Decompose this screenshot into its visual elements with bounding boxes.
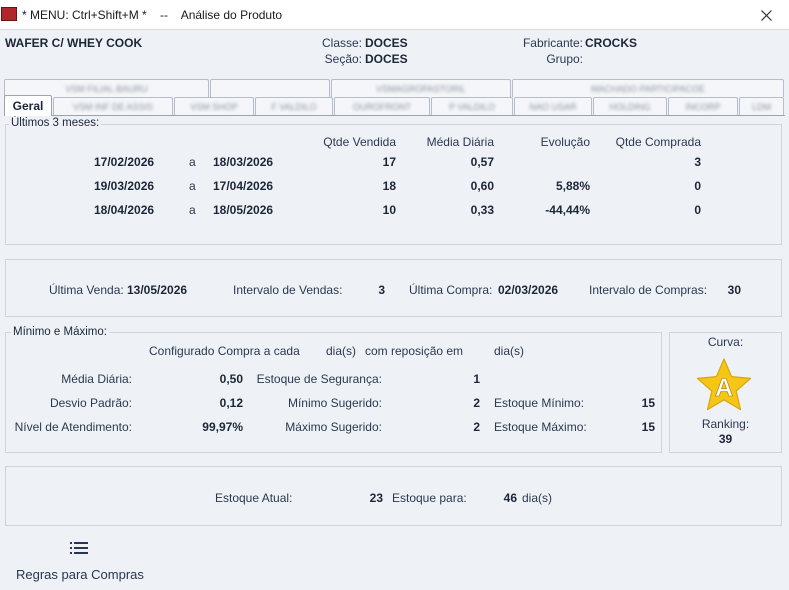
row-1-qtde-vendida: 17 <box>382 155 396 169</box>
nivel-atendimento-value: 99,97% <box>202 420 243 434</box>
estoque-atual-label: Estoque Atual: <box>215 491 293 505</box>
tab-incorp[interactable]: INCORP <box>668 97 738 115</box>
classe-label: Classe: <box>321 36 362 50</box>
product-name: WAFER C/ WHEY COOK <box>5 36 143 50</box>
close-button[interactable] <box>743 0 789 30</box>
intervalo-compras-value: 30 <box>727 283 741 297</box>
ultimos-meses-title: Últimos 3 meses: <box>9 117 102 129</box>
row-3-from: 18/04/2026 <box>94 203 155 217</box>
row-1-to: 18/03/2026 <box>213 155 274 169</box>
row-1-media-diaria: 0,57 <box>470 155 494 169</box>
row-3-qtde-comprada: 0 <box>694 203 701 217</box>
estoque-para-label: Estoque para: <box>392 491 467 505</box>
dias-label-2: dia(s) <box>494 344 525 358</box>
tab-ldm[interactable]: LDM <box>739 97 784 115</box>
row-3-evolucao: -44,44% <box>545 203 590 217</box>
intervalo-compras-label: Intervalo de Compras: <box>589 283 708 297</box>
row-2-sep: a <box>189 179 196 193</box>
ultima-compra-value: 02/03/2026 <box>498 283 559 297</box>
configurado-text: Configurado Compra a cada <box>149 344 300 358</box>
regras-compras-button[interactable]: Regras para Compras <box>16 567 144 582</box>
row-2-qtde-vendida: 18 <box>382 179 396 193</box>
minimo-sugerido-label: Mínimo Sugerido: <box>287 396 382 410</box>
close-icon <box>760 9 772 21</box>
ultima-venda-value: 13/05/2026 <box>127 283 188 297</box>
fabricante-label: Fabricante: <box>522 36 583 50</box>
grupo-label: Grupo: <box>546 52 583 66</box>
row-3-qtde-vendida: 10 <box>382 203 396 217</box>
media-diaria-value: 0,50 <box>219 372 243 386</box>
media-diaria-label: Média Diária: <box>61 372 132 386</box>
row-3-media-diaria: 0,33 <box>470 203 494 217</box>
maximo-sugerido-label: Máximo Sugerido: <box>285 420 382 434</box>
row-3-to: 18/05/2026 <box>213 203 274 217</box>
tab-content-border <box>4 115 785 116</box>
ranking-value: 39 <box>718 432 733 446</box>
intervalo-vendas-value: 3 <box>378 283 385 297</box>
row-2-to: 17/04/2026 <box>213 179 274 193</box>
secao-label: Seção: <box>324 52 362 66</box>
estoque-para-value: 46 <box>503 491 517 505</box>
header-qtde-vendida: Qtde Vendida <box>323 135 396 149</box>
row-2-qtde-comprada: 0 <box>694 179 701 193</box>
row-1-qtde-comprada: 3 <box>694 155 701 169</box>
tab-machado-participacoes[interactable]: MACHADO PARTICIPACOE <box>512 79 784 97</box>
list-icon[interactable] <box>70 542 88 554</box>
row-1-sep: a <box>189 155 196 169</box>
minimo-sugerido-value: 2 <box>473 396 480 410</box>
curva-star-icon: A <box>696 358 752 411</box>
tab-f-valdilo[interactable]: F VALDILO <box>255 97 333 115</box>
tab-vsm-shop[interactable]: VSM SHOP <box>174 97 254 115</box>
row-3-sep: a <box>189 203 196 217</box>
estoque-seguranca-value: 1 <box>473 372 480 386</box>
desvio-padrao-value: 0,12 <box>219 396 243 410</box>
row-2-from: 19/03/2026 <box>94 179 155 193</box>
row-2-evolucao: 5,88% <box>555 179 590 193</box>
intervalo-vendas-label: Intervalo de Vendas: <box>233 283 343 297</box>
tab-ourofront[interactable]: OUROFRONT <box>334 97 430 115</box>
secao-value: DOCES <box>365 52 408 66</box>
ultima-compra-label: Última Compra: <box>409 283 493 297</box>
desvio-padrao-label: Desvio Padrão: <box>49 396 132 410</box>
nivel-atendimento-label: Nível de Atendimento: <box>14 420 132 434</box>
header-media-diaria: Média Diária <box>426 135 494 149</box>
window-title: * MENU: Ctrl+Shift+M * -- Análise do Pro… <box>22 8 283 22</box>
row-2-media-diaria: 0,60 <box>470 179 494 193</box>
title-bar: * MENU: Ctrl+Shift+M * -- Análise do Pro… <box>0 0 789 30</box>
tab-nao-usar[interactable]: NAO USAR <box>514 97 592 115</box>
tab-p-valdilo[interactable]: P VALDILO <box>431 97 513 115</box>
tab-blank[interactable] <box>210 79 330 97</box>
tab-geral[interactable]: Geral <box>4 95 52 116</box>
estoque-atual-value: 23 <box>369 491 383 505</box>
tab-vsm-inf-de-assis[interactable]: VSM INF DE ASSIS <box>53 97 173 115</box>
fabricante-value: CROCKS <box>585 36 638 50</box>
estoque-para-unit: dia(s) <box>522 491 553 505</box>
estoque-minimo-label: Estoque Mínimo: <box>494 396 585 410</box>
reposicao-text: com reposição em <box>365 344 464 358</box>
maximo-sugerido-value: 2 <box>473 420 480 434</box>
tab-holding[interactable]: HOLDING <box>593 97 667 115</box>
curva-letter: A <box>715 374 733 402</box>
estoque-maximo-label: Estoque Máximo: <box>494 420 587 434</box>
ranking-label: Ranking: <box>701 417 750 431</box>
app-icon <box>1 7 17 21</box>
tab-vsmagropastoril[interactable]: VSMAGROPASTORIL <box>331 79 511 97</box>
row-1-from: 17/02/2026 <box>94 155 155 169</box>
header-evolucao: Evolução <box>540 135 590 149</box>
ultima-venda-label: Última Venda: <box>49 283 124 297</box>
curva-label: Curva: <box>707 335 744 349</box>
estoque-minimo-value: 15 <box>641 396 655 410</box>
estoque-maximo-value: 15 <box>641 420 655 434</box>
estoque-seguranca-label: Estoque de Segurança: <box>256 372 382 386</box>
minimo-maximo-title: Mínimo e Máximo: <box>11 326 109 338</box>
dias-label-1: dia(s) <box>326 344 357 358</box>
header-qtde-comprada: Qtde Comprada <box>615 135 701 149</box>
classe-value: DOCES <box>365 36 408 50</box>
